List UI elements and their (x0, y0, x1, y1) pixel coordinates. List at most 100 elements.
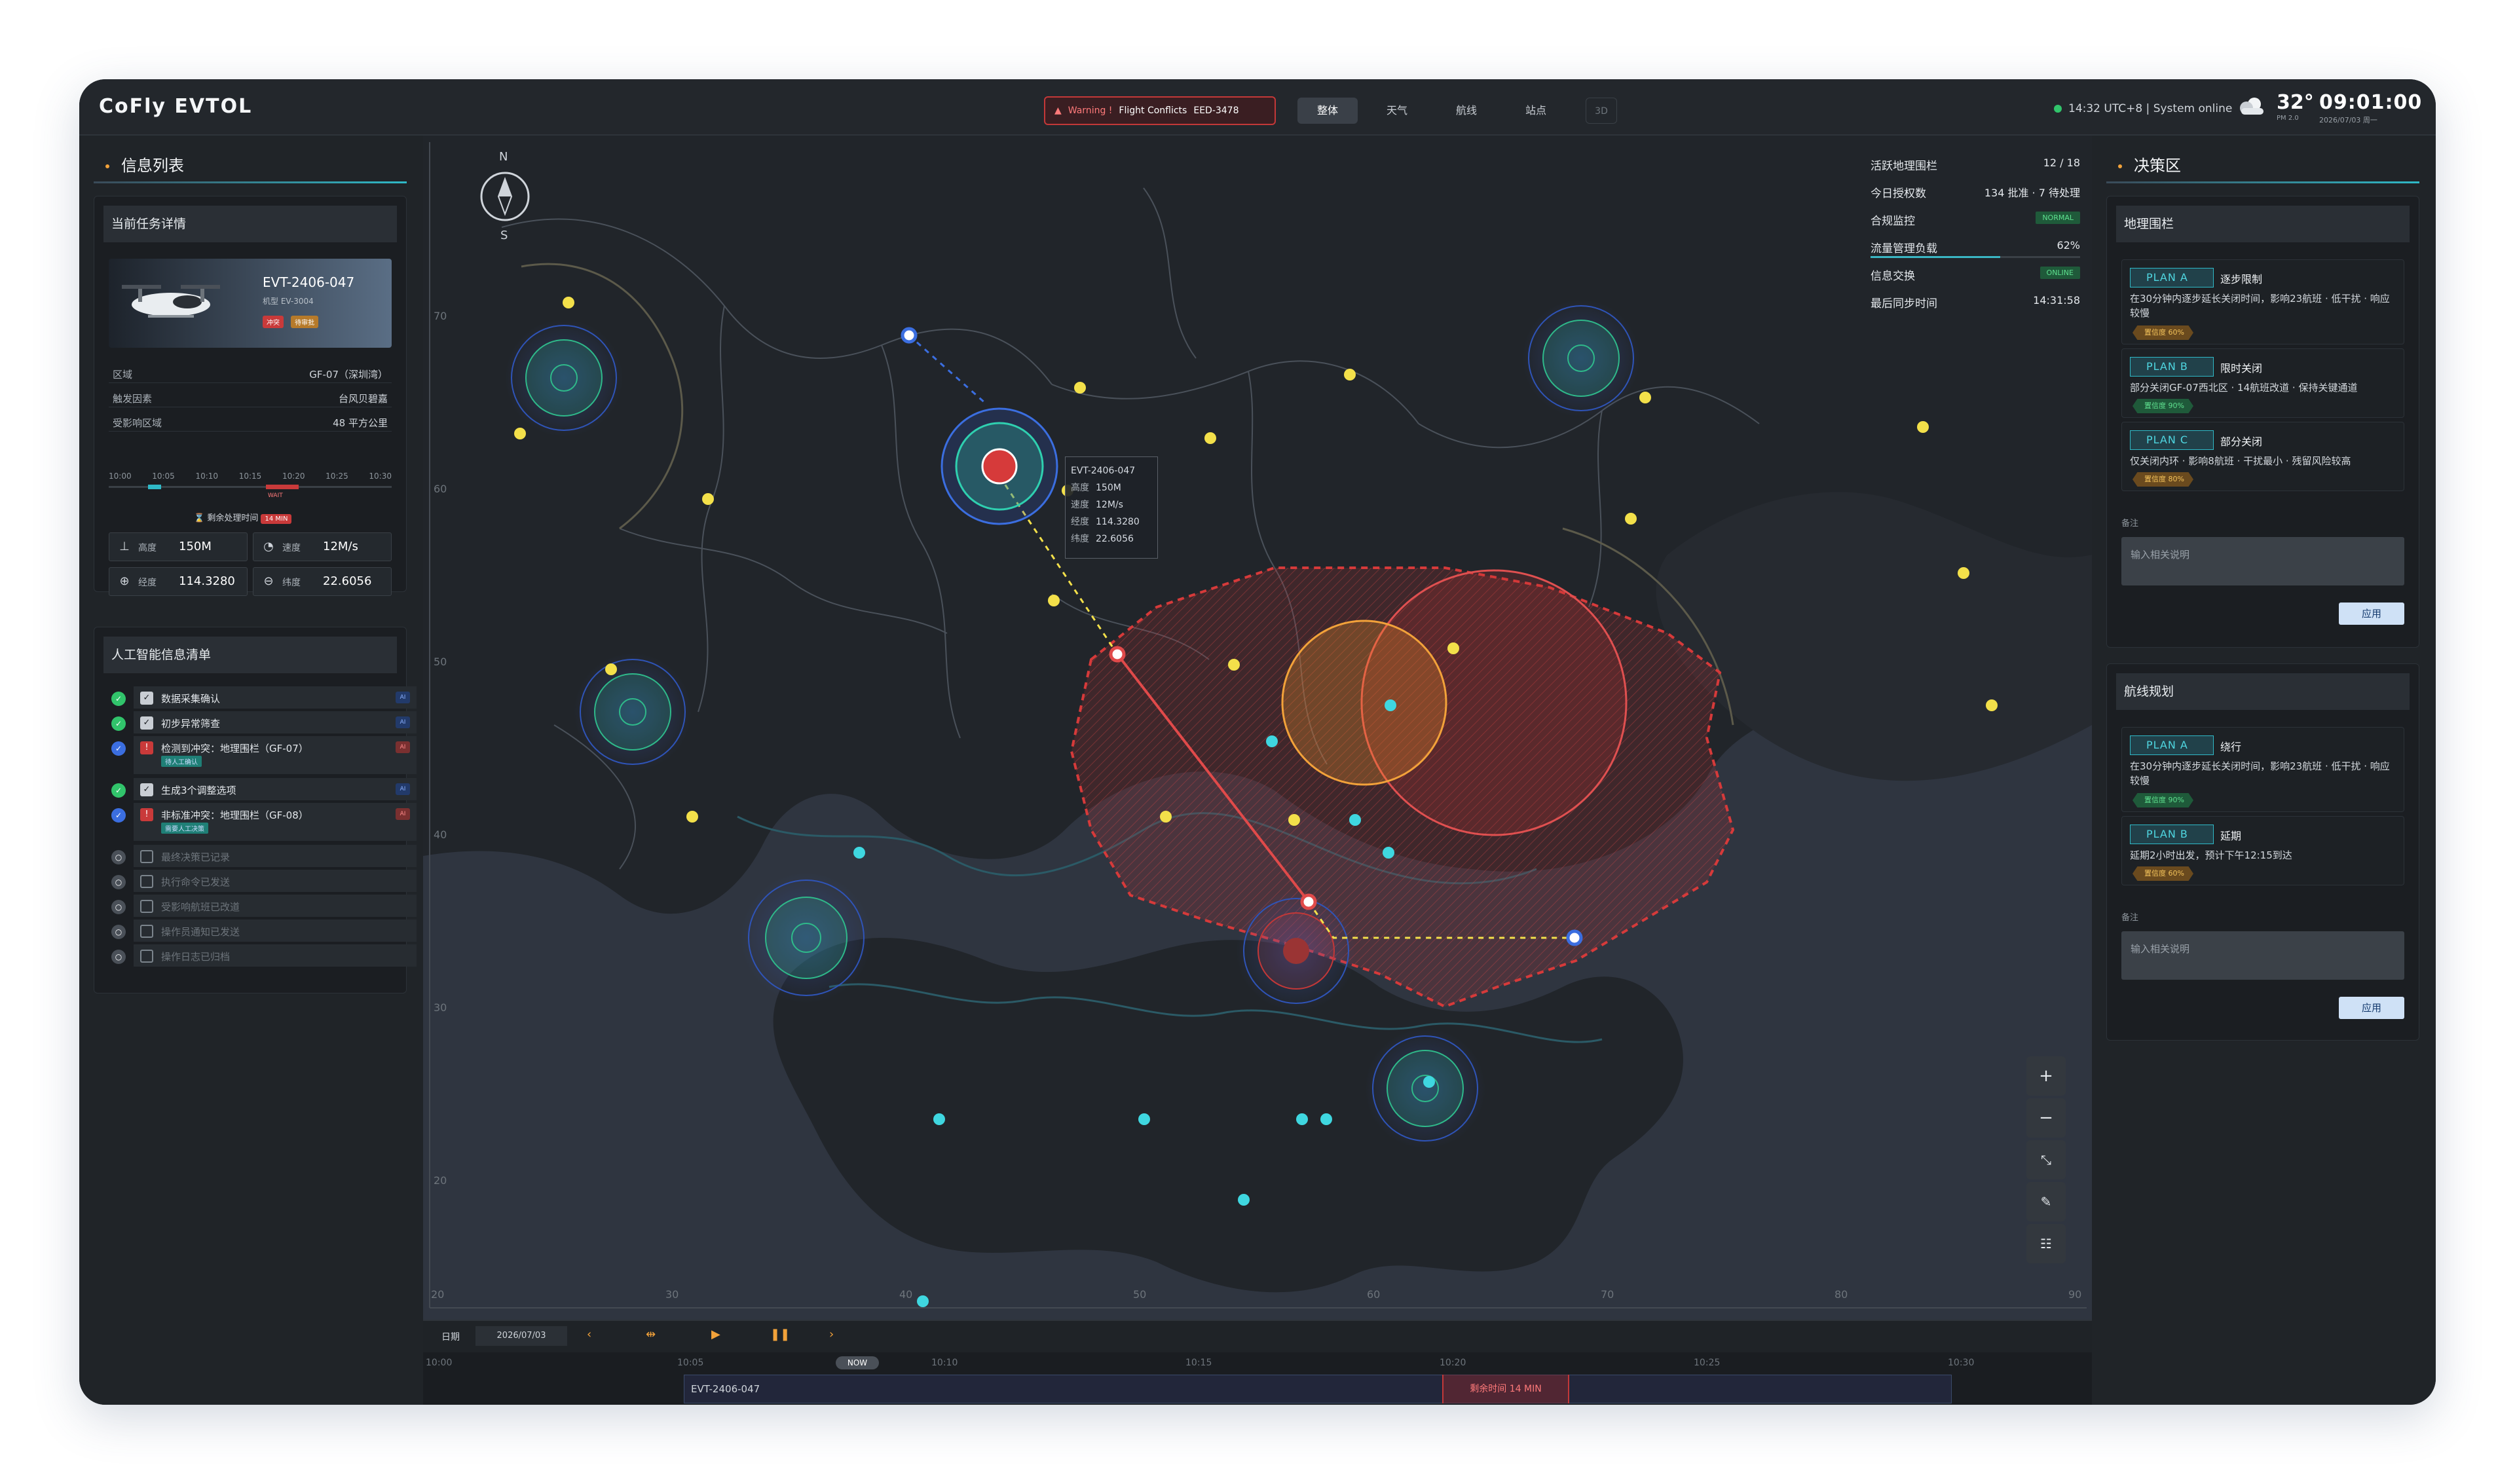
checklist-item[interactable]: ○ 受影响航班已改道 (111, 895, 417, 917)
vertiport-marker[interactable] (1344, 369, 1356, 380)
vertiport-marker[interactable] (1639, 392, 1651, 403)
checklist-item[interactable]: ○ 操作日志已归档 (111, 944, 417, 967)
route-plan-a[interactable]: PLAN A 绕行 在30分钟内逐步延长关闭时间，影响23航班 · 低干扰 · 响… (2121, 727, 2404, 812)
geofence-plan-b[interactable]: PLAN B 限时关闭 部分关闭GF-07西北区 · 14航班改道 · 保持关键通… (2121, 348, 2404, 418)
now-indicator[interactable]: NOW (836, 1356, 879, 1369)
checklist-item[interactable]: ○ 最终决策已记录 (111, 845, 417, 867)
aircraft-dot[interactable] (1349, 814, 1361, 826)
vertiport-marker[interactable] (1204, 432, 1216, 444)
compass[interactable]: N S (475, 150, 534, 242)
checklist-item[interactable]: ✓! 非标准冲突：地理围栏（GF-08） 需要人工决策 AI (111, 803, 417, 841)
date-label: 日期 (441, 1332, 460, 1343)
zoom-in-button[interactable]: + (2026, 1056, 2066, 1096)
tab-weather[interactable]: 天气 (1367, 98, 1427, 124)
checklist-item[interactable]: ✓ ✓ 数据采集确认 AI (111, 686, 417, 709)
speed-icon: ◔ (263, 540, 274, 553)
checklist-item[interactable]: ✓! 检测到冲突：地理围栏（GF-07） 待人工确认 AI (111, 736, 417, 774)
vertiport-marker[interactable] (1958, 567, 1969, 579)
geofence-plan-a[interactable]: PLAN A 逐步限制 在30分钟内逐步延长关闭时间，影响23航班 · 低干扰 ·… (2121, 259, 2404, 344)
warning-id: EED-3478 (1193, 105, 1239, 116)
zoom-out-button[interactable]: − (2026, 1098, 2066, 1138)
vertiport-marker[interactable] (1160, 811, 1172, 823)
aircraft-dot[interactable] (1383, 847, 1394, 859)
geofence-station-conflict[interactable] (1236, 891, 1356, 1011)
checkbox[interactable] (140, 875, 153, 888)
geofence-station-se[interactable] (1365, 1028, 1485, 1149)
geofence-station-ne[interactable] (1522, 299, 1640, 417)
aircraft-dot[interactable] (933, 1113, 945, 1125)
vertiport-marker[interactable] (1074, 382, 1086, 394)
vertiport-marker[interactable] (1986, 699, 1998, 711)
y-tick: 50 (434, 656, 447, 668)
conflict-warning-banner[interactable]: ▲ Warning ! Flight Conflicts EED-3478 (1044, 96, 1276, 125)
vertiport-marker[interactable] (563, 297, 574, 308)
tab-stations[interactable]: 站点 (1506, 98, 1566, 124)
vertiport-marker[interactable] (702, 493, 714, 505)
tab-overview[interactable]: 整体 (1297, 98, 1358, 124)
step-status-icon: ✓ (111, 808, 126, 823)
checkbox[interactable] (140, 950, 153, 963)
aircraft-dot[interactable] (1423, 1076, 1435, 1088)
vertiport-marker[interactable] (1048, 595, 1060, 606)
flight-track-bar[interactable]: EVT-2406-047 (684, 1375, 1952, 1403)
toggle-3d-button[interactable]: 3D (1586, 98, 1617, 124)
tab-routes[interactable]: 航线 (1436, 98, 1497, 124)
clock: 09:01:00 (2319, 91, 2423, 114)
tooltip-row: 经度 114.3280 (1071, 517, 1140, 527)
checkbox[interactable]: ✓ (140, 716, 153, 730)
vertiport-marker[interactable] (1288, 814, 1300, 826)
aircraft-dot[interactable] (1238, 1194, 1250, 1206)
vertiport-marker[interactable] (1917, 421, 1929, 433)
geofence-station-sw[interactable] (741, 872, 872, 1003)
aircraft-dot[interactable] (853, 847, 865, 859)
system-status: 14:32 UTC+8 | System online (2054, 102, 2232, 115)
checkbox[interactable]: ✓ (140, 783, 153, 796)
vertiport-marker[interactable] (686, 811, 698, 823)
vertiport-marker[interactable] (1625, 513, 1637, 525)
geofence-station-w[interactable] (574, 653, 692, 771)
vertiport-marker[interactable] (514, 428, 526, 439)
note-input[interactable]: 输入相关说明 (2121, 931, 2404, 980)
airspace-map[interactable]: N S 活跃地理围栏 12 / 18 今日授权数 134 批准 · 7 待处理 合规… (423, 136, 2092, 1320)
view-tabs: 整体 天气 航线 站点 (1297, 98, 1566, 124)
apply-geofence-button[interactable]: 应用 (2339, 603, 2404, 625)
vertiport-marker[interactable] (1447, 642, 1459, 654)
checkbox[interactable]: ! (140, 741, 153, 754)
ai-badge: AI (396, 783, 410, 795)
checklist-item[interactable]: ○ 执行命令已发送 (111, 870, 417, 892)
checklist-item[interactable]: ✓ ✓ 初步异常筛查 AI (111, 711, 417, 733)
checkbox[interactable]: ! (140, 808, 153, 821)
fit-view-button[interactable]: ⤡ (2026, 1140, 2066, 1179)
vertiport-marker[interactable] (605, 663, 617, 675)
next-icon[interactable]: › (829, 1327, 834, 1341)
layers-button[interactable]: ☷ (2026, 1224, 2066, 1263)
checklist-item[interactable]: ✓ ✓ 生成3个调整选项 AI (111, 778, 417, 800)
restricted-circle[interactable] (1281, 620, 1447, 786)
aircraft-dot[interactable] (1138, 1113, 1150, 1125)
date-picker[interactable]: 2026/07/03 (475, 1326, 567, 1346)
note-input[interactable]: 输入相关说明 (2121, 537, 2404, 585)
aircraft-dot[interactable] (1320, 1113, 1332, 1125)
x-tick: 40 (899, 1288, 913, 1301)
draw-tool-button[interactable]: ✎ (2026, 1182, 2066, 1221)
selected-aircraft-marker[interactable] (941, 407, 1058, 525)
vertiport-marker[interactable] (1228, 659, 1240, 671)
system-status-text: 14:32 UTC+8 | System online (2068, 102, 2233, 115)
prev-icon[interactable]: ‹ (587, 1327, 591, 1341)
checkbox[interactable]: ✓ (140, 692, 153, 705)
checkbox[interactable] (140, 900, 153, 913)
play-icon[interactable]: ▶ (711, 1327, 720, 1341)
pause-icon[interactable]: ❚❚ (770, 1327, 790, 1341)
aircraft-dot[interactable] (917, 1295, 929, 1307)
route-plan-b[interactable]: PLAN B 延期 延期2小时出发，预计下午12:15到达 置信度 60% (2121, 816, 2404, 885)
checklist-item[interactable]: ○ 操作员通知已发送 (111, 919, 417, 942)
apply-route-button[interactable]: 应用 (2339, 997, 2404, 1019)
aircraft-dot[interactable] (1296, 1113, 1308, 1125)
aircraft-dot[interactable] (1266, 735, 1278, 747)
range-icon[interactable]: ⇹ (646, 1327, 656, 1341)
geofence-station-nw[interactable] (505, 319, 623, 437)
geofence-plan-c[interactable]: PLAN C 部分关闭 仅关闭内环 · 影响8航班 · 干扰最小 · 残留风险较高… (2121, 422, 2404, 491)
checkbox[interactable] (140, 925, 153, 938)
aircraft-dot[interactable] (1385, 699, 1396, 711)
checkbox[interactable] (140, 850, 153, 863)
